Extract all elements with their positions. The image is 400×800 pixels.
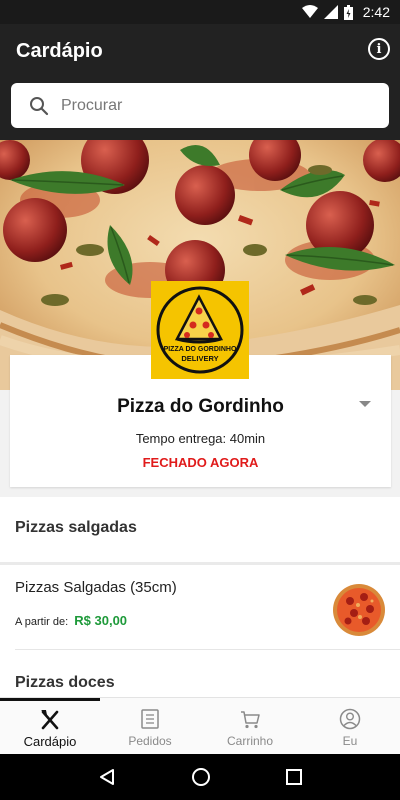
recent-apps-icon[interactable]: [286, 769, 303, 785]
tab-label: Cardápio: [23, 734, 77, 749]
restaurant-name: Pizza do Gordinho: [117, 396, 284, 417]
svg-text:PIZZA DO GORDINHO: PIZZA DO GORDINHO: [164, 346, 237, 353]
menu-list: Pizzas salgadas Pizzas Salgadas (35cm) A…: [0, 497, 400, 697]
cell-signal-icon: [323, 5, 338, 19]
search-bar[interactable]: [11, 83, 389, 128]
cart-icon: [241, 711, 260, 729]
divider: [0, 562, 400, 565]
page-title: Cardápio: [16, 40, 103, 62]
back-icon[interactable]: [98, 768, 116, 786]
tab-label: Carrinho: [226, 734, 274, 748]
fork-knife-icon: [41, 710, 59, 730]
delivery-time: Tempo entrega: 40min: [135, 431, 266, 446]
restaurant-logo: PIZZA DO GORDINHO DELIVERY: [151, 281, 249, 379]
menu-item-name: Pizzas Salgadas (35cm): [15, 579, 177, 596]
receipt-icon: [141, 709, 159, 729]
home-icon[interactable]: [191, 767, 211, 787]
status-badge: FECHADO AGORA: [142, 455, 259, 470]
info-icon[interactable]: i: [368, 38, 390, 60]
search-input[interactable]: [61, 96, 341, 115]
wifi-icon: [301, 5, 318, 18]
category-header-pizzas-salgadas[interactable]: Pizzas salgadas: [15, 519, 137, 537]
tab-carrinho[interactable]: Carrinho: [200, 698, 300, 755]
search-icon: [30, 96, 49, 115]
svg-text:DELIVERY: DELIVERY: [181, 354, 218, 363]
user-icon: [339, 708, 361, 730]
tab-cardapio[interactable]: Cardápio: [0, 698, 100, 755]
system-navigation-bar: [0, 754, 400, 800]
menu-item-price-row: A partir de: R$ 30,00: [15, 613, 127, 628]
price-prefix: A partir de:: [15, 616, 69, 628]
tab-label: Pedidos: [128, 734, 172, 748]
menu-item-price: R$ 30,00: [74, 613, 128, 628]
expand-arrow-icon[interactable]: [359, 401, 371, 407]
battery-icon: [343, 4, 353, 20]
menu-item-thumbnail: [333, 584, 385, 636]
tab-pedidos[interactable]: Pedidos: [100, 698, 200, 755]
category-header-pizzas-doces[interactable]: Pizzas doces: [15, 674, 115, 692]
clock: 2:42: [362, 4, 390, 20]
tab-label: Eu: [342, 734, 358, 748]
status-bar: 2:42: [0, 0, 400, 24]
active-tab-indicator: [0, 698, 100, 701]
tab-eu[interactable]: Eu: [300, 698, 400, 755]
divider: [15, 649, 400, 650]
bottom-navigation: Cardápio Pedidos Carrinho Eu: [0, 697, 400, 754]
